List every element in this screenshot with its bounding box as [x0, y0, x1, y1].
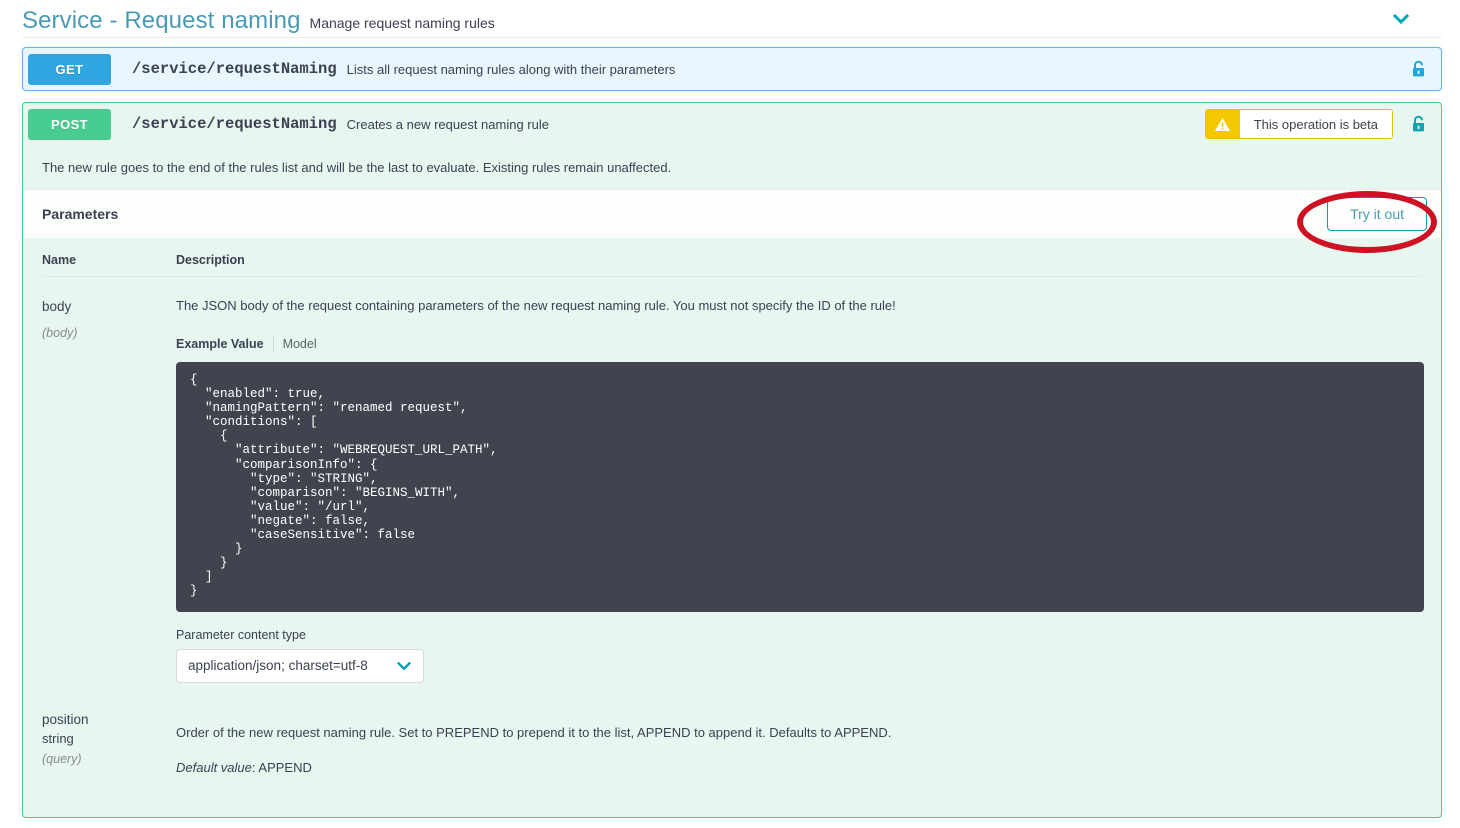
parameter-name: position	[42, 711, 89, 727]
default-value-label: Default value	[176, 759, 252, 775]
parameter-name-cell: position string (query)	[42, 710, 176, 775]
parameter-name-cell: body (body)	[42, 297, 176, 683]
content-type-value: application/json; charset=utf-8	[188, 658, 368, 673]
lock-icon[interactable]	[1405, 109, 1431, 139]
operation-post-requestnaming[interactable]: POST /service/requestNaming Creates a ne…	[22, 102, 1442, 818]
tab-example-value[interactable]: Example Value	[176, 337, 264, 351]
column-header-description: Description	[176, 253, 245, 267]
example-value-code-block[interactable]: { "enabled": true, "namingPattern": "ren…	[176, 362, 1424, 612]
operation-summary-text-post: Creates a new request naming rule	[346, 116, 549, 132]
parameter-description: The JSON body of the request containing …	[176, 298, 896, 313]
lock-icon[interactable]	[1405, 54, 1431, 84]
table-row: body (body) The JSON body of the request…	[42, 277, 1424, 683]
parameter-in: (body)	[42, 326, 78, 340]
operation-summary-text: Lists all request naming rules along wit…	[346, 61, 676, 77]
operation-path: /service/requestNaming	[132, 60, 337, 78]
status-badge-label: This operation is beta	[1253, 116, 1378, 132]
tab-divider	[272, 337, 274, 351]
parameters-table-header: Name Description	[42, 238, 1422, 277]
operation-summary-row[interactable]: GET /service/requestNaming Lists all req…	[23, 48, 1441, 90]
parameter-default: Default value: APPEND	[176, 760, 1422, 775]
warning-triangle-icon	[1205, 110, 1240, 138]
parameter-type: string	[42, 730, 74, 746]
status-badge: This operation is beta	[1204, 109, 1393, 139]
swagger-ui-page: Service - Request naming Manage request …	[0, 0, 1460, 828]
example-model-tabs: Example Value Model	[176, 337, 1424, 351]
parameters-table: Name Description body (body) The JSON bo…	[23, 238, 1441, 775]
default-value: APPEND	[258, 759, 312, 775]
chevron-down-icon	[395, 657, 413, 675]
page-subtitle: Manage request naming rules	[309, 15, 495, 31]
parameter-in: (query)	[42, 751, 82, 766]
tag-header: Service - Request naming Manage request …	[0, 0, 1460, 38]
parameter-description: Order of the new request naming rule. Se…	[176, 724, 892, 740]
operation-body: The new rule goes to the end of the rule…	[23, 145, 1441, 775]
table-row: position string (query) Order of the new…	[42, 683, 1422, 775]
parameters-header: Parameters Try it out	[23, 189, 1441, 238]
chevron-down-icon[interactable]	[1390, 8, 1412, 30]
try-it-out-button[interactable]: Try it out	[1327, 197, 1427, 231]
page-title: Service - Request naming	[22, 7, 301, 34]
operation-summary-row-post[interactable]: POST /service/requestNaming Creates a ne…	[23, 103, 1441, 145]
content-type-label: Parameter content type	[176, 627, 306, 642]
operation-get-requestnaming[interactable]: GET /service/requestNaming Lists all req…	[22, 47, 1442, 91]
method-badge-post: POST	[28, 108, 111, 140]
tab-model[interactable]: Model	[283, 337, 317, 351]
header-divider	[22, 37, 1442, 38]
parameters-title: Parameters	[42, 206, 119, 222]
operation-path-post: /service/requestNaming	[132, 115, 337, 133]
column-header-name: Name	[42, 253, 77, 267]
parameter-description-cell: The JSON body of the request containing …	[176, 297, 1424, 683]
content-type-select[interactable]: application/json; charset=utf-8	[176, 648, 424, 683]
parameter-name: body	[42, 299, 72, 314]
operation-note: The new rule goes to the end of the rule…	[42, 160, 672, 175]
example-value-json: { "enabled": true, "namingPattern": "ren…	[190, 373, 498, 599]
content-type-select-wrapper: application/json; charset=utf-8	[176, 648, 424, 683]
parameter-description-cell: Order of the new request naming rule. Se…	[176, 710, 1422, 775]
method-badge-get: GET	[28, 53, 111, 85]
